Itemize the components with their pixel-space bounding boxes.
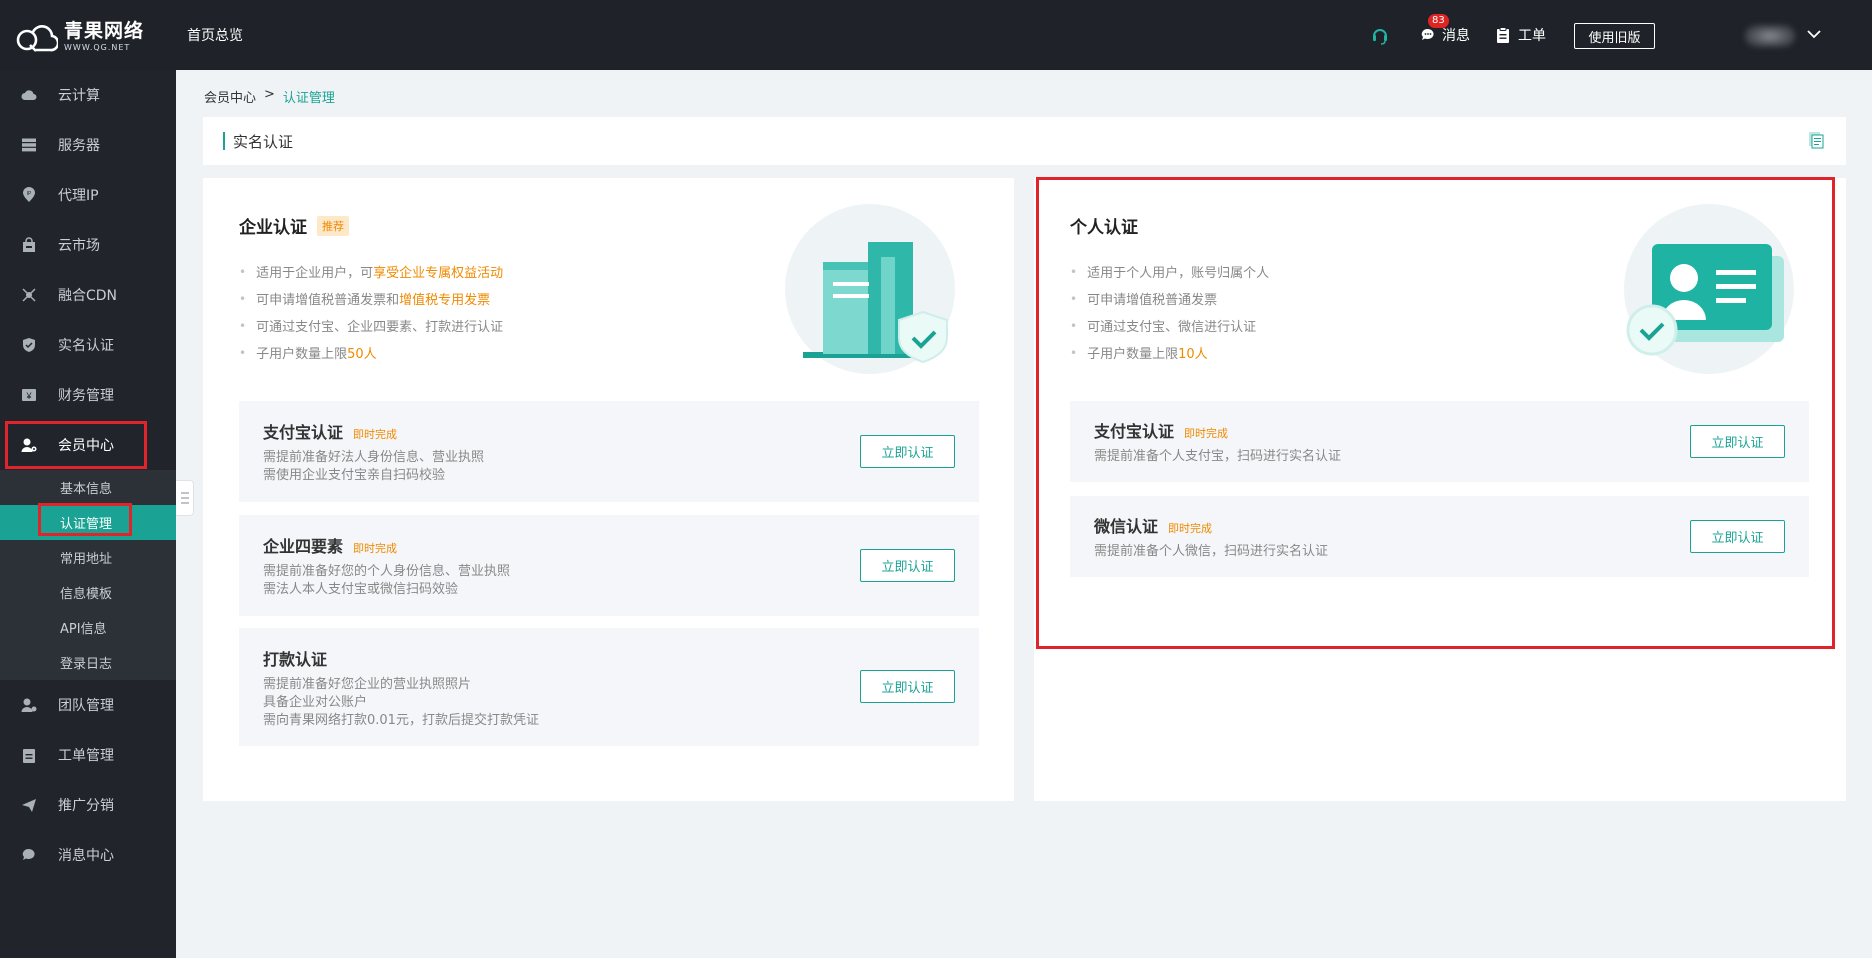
submenu-info-templates[interactable]: 信息模板 — [0, 575, 176, 610]
cloud-icon — [20, 86, 38, 104]
clipboard-icon — [20, 746, 38, 764]
benefit-item: 适用于个人用户，账号归属个人 — [1070, 258, 1269, 285]
sidebar-item-real-name[interactable]: 实名认证 — [0, 320, 176, 370]
sidebar-item-cloud-computing[interactable]: 云计算 — [0, 70, 176, 120]
personal-title: 个人认证 — [1070, 218, 1138, 238]
sidebar-item-team[interactable]: 团队管理 — [0, 680, 176, 730]
building-shield-illustration — [785, 204, 955, 374]
avatar[interactable] — [1745, 25, 1795, 47]
benefit-item: 适用于企业用户，可享受企业专属权益活动 — [239, 258, 503, 285]
page-title: 实名认证 — [233, 133, 294, 151]
nav-home[interactable]: 首页总览 — [187, 25, 243, 45]
sidebar-item-member-center[interactable]: 会员中心 — [0, 420, 176, 470]
enterprise-title: 企业认证 — [239, 218, 307, 238]
chevron-down-icon[interactable] — [1806, 26, 1822, 42]
chat-icon — [1421, 28, 1434, 40]
top-bar: 青果网络 WWW.QG.NET 首页总览 83 消息 工单 使用旧版 — [0, 0, 1872, 70]
svg-text:IP: IP — [27, 191, 32, 197]
enterprise-alipay-auth-button[interactable]: 立即认证 — [860, 435, 955, 468]
benefit-item: 子用户数量上限10人 — [1070, 339, 1269, 366]
logo-name: 青果网络 — [64, 20, 145, 42]
messages-button[interactable]: 83 消息 — [1420, 0, 1470, 70]
sidebar-item-cloud-market[interactable]: 云市场 — [0, 220, 176, 270]
tickets-button[interactable]: 工单 — [1496, 0, 1546, 70]
page-title-bar: 实名认证 — [203, 117, 1846, 165]
enterprise-method-alipay: 支付宝认证 即时完成 需提前准备好法人身份信息、营业执照 需使用企业支付宝亲自扫码校… — [239, 401, 979, 502]
personal-method-alipay: 支付宝认证 即时完成 需提前准备个人支付宝，扫码进行实名认证 立即认证 — [1070, 401, 1809, 482]
benefit-item: 子用户数量上限50人 — [239, 339, 503, 366]
server-icon — [20, 136, 38, 154]
benefit-item: 可通过支付宝、微信进行认证 — [1070, 312, 1269, 339]
enterprise-method-four-elements: 企业四要素 即时完成 需提前准备好您的个人身份信息、营业执照 需法人本人支付宝或微信… — [239, 515, 979, 616]
headset-icon[interactable] — [1370, 0, 1390, 70]
enterprise-benefits: 适用于企业用户，可享受企业专属权益活动 可申请增值税普通发票和增值税专用发票 可… — [239, 258, 503, 366]
shield-check-icon — [20, 336, 38, 354]
sidebar-item-message-center[interactable]: 消息中心 — [0, 830, 176, 880]
member-center-submenu: 基本信息 认证管理 常用地址 信息模板 API信息 登录日志 — [0, 470, 176, 680]
logo[interactable]: 青果网络 WWW.QG.NET — [16, 20, 144, 54]
team-icon — [20, 696, 38, 714]
enterprise-method-transfer: 打款认证 需提前准备好您企业的营业执照照片 具备企业对公账户 需向青果网络打款0.0… — [239, 628, 979, 746]
submenu-auth-management[interactable]: 认证管理 — [0, 505, 176, 540]
messages-label: 消息 — [1442, 28, 1470, 44]
collapse-icon — [180, 492, 189, 504]
submenu-addresses[interactable]: 常用地址 — [0, 540, 176, 575]
svg-text:¥: ¥ — [25, 391, 32, 401]
breadcrumb: 会员中心 > 认证管理 — [204, 87, 335, 106]
submenu-login-log[interactable]: 登录日志 — [0, 645, 176, 680]
shopping-bag-icon — [20, 236, 38, 254]
document-list-icon[interactable] — [1808, 131, 1824, 149]
enterprise-auth-card: 企业认证 推荐 适用于企业用户，可享受企业专属权益活动 可申请增值税普通发票和增… — [203, 178, 1014, 801]
sidebar-collapse-handle[interactable] — [176, 480, 194, 516]
benefit-item: 可通过支付宝、企业四要素、打款进行认证 — [239, 312, 503, 339]
sidebar: 云计算 服务器 IP 代理IP 云市场 融合CDN 实名认证 ¥ 财务管理 会员… — [0, 70, 176, 958]
cloud-logo-icon — [16, 25, 58, 52]
benefit-item: 可申请增值税普通发票 — [1070, 285, 1269, 312]
message-count-badge: 83 — [1428, 14, 1449, 28]
sidebar-item-tickets[interactable]: 工单管理 — [0, 730, 176, 780]
sidebar-item-finance[interactable]: ¥ 财务管理 — [0, 370, 176, 420]
main-content: 会员中心 > 认证管理 实名认证 企业认证 推荐 适用于企业用户，可享受企业专属… — [176, 70, 1872, 958]
personal-auth-card: 个人认证 适用于个人用户，账号归属个人 可申请增值税普通发票 可通过支付宝、微信… — [1034, 178, 1846, 801]
chat-bubble-icon — [20, 846, 38, 864]
recommended-tag: 推荐 — [317, 215, 349, 236]
clipboard-icon — [1497, 27, 1509, 43]
logo-domain: WWW.QG.NET — [64, 43, 131, 52]
personal-wechat-auth-button[interactable]: 立即认证 — [1690, 520, 1785, 553]
breadcrumb-current: 认证管理 — [282, 91, 335, 106]
breadcrumb-separator: > — [264, 87, 275, 102]
sidebar-item-servers[interactable]: 服务器 — [0, 120, 176, 170]
sidebar-item-proxy-ip[interactable]: IP 代理IP — [0, 170, 176, 220]
paper-plane-icon — [20, 796, 38, 814]
sidebar-item-cdn[interactable]: 融合CDN — [0, 270, 176, 320]
enterprise-transfer-auth-button[interactable]: 立即认证 — [860, 670, 955, 703]
personal-method-wechat: 微信认证 即时完成 需提前准备个人微信，扫码进行实名认证 立即认证 — [1070, 496, 1809, 577]
id-card-illustration — [1624, 204, 1794, 374]
submenu-api-info[interactable]: API信息 — [0, 610, 176, 645]
old-version-button[interactable]: 使用旧版 — [1574, 23, 1655, 49]
finance-icon: ¥ — [20, 386, 38, 404]
submenu-basic-info[interactable]: 基本信息 — [0, 470, 176, 505]
breadcrumb-parent[interactable]: 会员中心 — [204, 87, 256, 106]
tickets-label: 工单 — [1518, 28, 1546, 44]
network-icon — [20, 286, 38, 304]
personal-alipay-auth-button[interactable]: 立即认证 — [1690, 425, 1785, 458]
sidebar-item-promotion[interactable]: 推广分销 — [0, 780, 176, 830]
enterprise-four-elements-auth-button[interactable]: 立即认证 — [860, 549, 955, 582]
location-pin-icon: IP — [20, 186, 38, 204]
benefit-item: 可申请增值税普通发票和增值税专用发票 — [239, 285, 503, 312]
personal-benefits: 适用于个人用户，账号归属个人 可申请增值税普通发票 可通过支付宝、微信进行认证 … — [1070, 258, 1269, 366]
user-gear-icon — [20, 436, 38, 454]
